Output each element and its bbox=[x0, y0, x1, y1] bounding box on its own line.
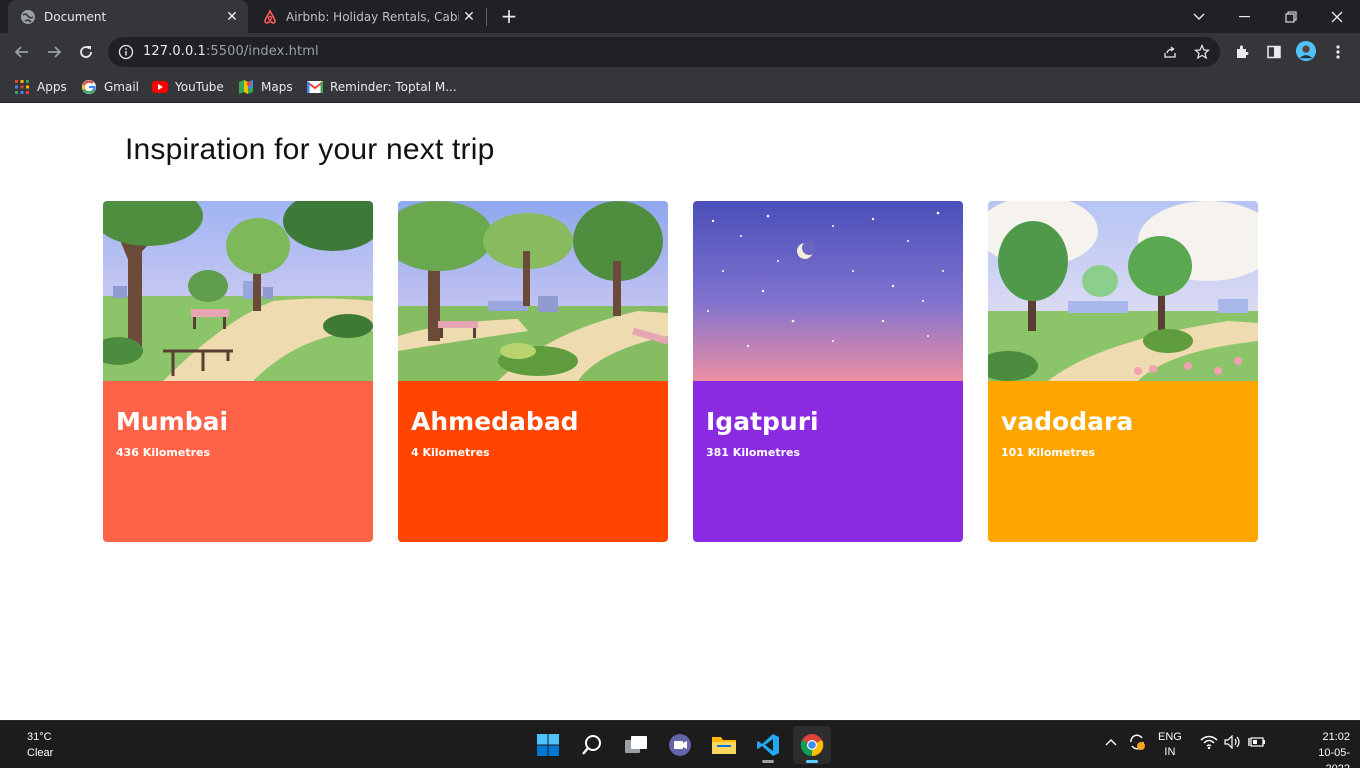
tab-search-icon[interactable] bbox=[1176, 0, 1222, 33]
card-distance: 4 Kilometres bbox=[411, 446, 490, 459]
browser-toolbar: 127.0.0.1:5500/index.html bbox=[0, 33, 1360, 71]
profile-avatar[interactable] bbox=[1296, 41, 1316, 61]
bookmark-label: Gmail bbox=[104, 80, 140, 94]
card-city: Ahmedabad bbox=[411, 407, 579, 436]
card-info: Ahmedabad 4 Kilometres bbox=[398, 381, 668, 542]
close-window-icon[interactable] bbox=[1314, 0, 1360, 33]
chat-icon bbox=[669, 734, 691, 756]
bookmarks-bar: Apps Gmail YouTube Maps Reminder: Toptal… bbox=[0, 71, 1360, 103]
sync-icon[interactable] bbox=[1128, 733, 1146, 755]
running-indicator bbox=[806, 760, 818, 763]
input-language[interactable]: ENG IN bbox=[1158, 730, 1182, 760]
teams-chat-button[interactable] bbox=[661, 726, 699, 764]
extensions-icon[interactable] bbox=[1232, 42, 1252, 62]
share-icon[interactable] bbox=[1160, 42, 1180, 62]
airbnb-icon bbox=[262, 8, 278, 25]
bookmark-label: Reminder: Toptal M... bbox=[330, 80, 457, 94]
show-hidden-icons-chevron-icon[interactable] bbox=[1105, 735, 1117, 750]
tab-document[interactable]: Document ✕ bbox=[8, 0, 248, 33]
card-info: Mumbai 436 Kilometres bbox=[103, 381, 373, 542]
park-illustration bbox=[103, 201, 373, 381]
volume-icon[interactable] bbox=[1224, 734, 1242, 753]
night-sky-illustration bbox=[693, 201, 963, 381]
card-distance: 101 Kilometres bbox=[1001, 446, 1096, 459]
bookmark-reminder[interactable]: Reminder: Toptal M... bbox=[307, 77, 457, 97]
close-tab-icon[interactable]: ✕ bbox=[222, 7, 242, 27]
reload-icon[interactable] bbox=[72, 38, 100, 66]
google-icon bbox=[81, 79, 97, 95]
vscode-icon bbox=[757, 734, 779, 756]
card-info: vadodara 101 Kilometres bbox=[988, 381, 1258, 542]
tab-separator bbox=[486, 8, 487, 26]
system-clock[interactable]: 21:02 10-05-2022 bbox=[1302, 729, 1350, 777]
destination-card-vadodara[interactable]: vadodara 101 Kilometres bbox=[988, 201, 1258, 542]
page-content: Inspiration for your next trip Mumbai 43… bbox=[0, 103, 1360, 720]
apps-grid-icon bbox=[14, 79, 30, 95]
menu-kebab-icon[interactable] bbox=[1328, 42, 1348, 62]
task-view-button[interactable] bbox=[617, 726, 655, 764]
garden-illustration bbox=[988, 201, 1258, 381]
address-bar[interactable]: 127.0.0.1:5500/index.html bbox=[108, 37, 1220, 67]
destination-card-mumbai[interactable]: Mumbai 436 Kilometres bbox=[103, 201, 373, 542]
weather-widget[interactable]: 31°C Clear bbox=[27, 729, 53, 761]
lang-code: ENG bbox=[1158, 731, 1182, 743]
bookmark-apps[interactable]: Apps bbox=[14, 77, 67, 97]
card-city: vadodara bbox=[1001, 407, 1134, 436]
start-button[interactable] bbox=[529, 726, 567, 764]
card-distance: 381 Kilometres bbox=[706, 446, 801, 459]
weather-temp: 31°C bbox=[27, 731, 52, 743]
tab-airbnb[interactable]: Airbnb: Holiday Rentals, Cabins, B ✕ bbox=[250, 0, 485, 33]
youtube-icon bbox=[152, 79, 168, 95]
chrome-icon bbox=[800, 734, 824, 757]
running-indicator bbox=[762, 760, 774, 763]
info-icon[interactable] bbox=[118, 44, 134, 60]
forward-arrow-icon[interactable] bbox=[40, 38, 68, 66]
lang-region: IN bbox=[1164, 746, 1176, 758]
url-host: 127.0.0.1 bbox=[143, 44, 206, 59]
tab-title: Document bbox=[44, 9, 107, 24]
card-city: Igatpuri bbox=[706, 407, 819, 436]
weather-desc: Clear bbox=[27, 747, 54, 759]
globe-icon bbox=[20, 9, 36, 25]
search-button[interactable] bbox=[573, 726, 611, 764]
card-info: Igatpuri 381 Kilometres bbox=[693, 381, 963, 542]
search-icon bbox=[582, 735, 601, 755]
url-text: 127.0.0.1:5500/index.html bbox=[143, 44, 319, 59]
path-illustration bbox=[398, 201, 668, 381]
card-distance: 436 Kilometres bbox=[116, 446, 211, 459]
card-city: Mumbai bbox=[116, 407, 229, 436]
close-tab-icon[interactable]: ✕ bbox=[459, 7, 479, 27]
destination-card-igatpuri[interactable]: Igatpuri 381 Kilometres bbox=[693, 201, 963, 542]
page-heading: Inspiration for your next trip bbox=[125, 133, 495, 166]
restore-icon[interactable] bbox=[1268, 0, 1314, 33]
bookmark-label: Apps bbox=[37, 80, 67, 94]
tab-title: Airbnb: Holiday Rentals, Cabins, B bbox=[286, 9, 459, 24]
minimize-icon[interactable] bbox=[1222, 0, 1268, 33]
clock-time: 21:02 bbox=[1322, 731, 1350, 743]
destination-card-ahmedabad[interactable]: Ahmedabad 4 Kilometres bbox=[398, 201, 668, 542]
bookmark-label: Maps bbox=[261, 80, 293, 94]
gmail-icon bbox=[307, 79, 323, 95]
file-explorer-button[interactable] bbox=[705, 726, 743, 764]
bookmark-maps[interactable]: Maps bbox=[238, 77, 293, 97]
windows-taskbar: 31°C Clear ENG IN 21:02 10-05-2022 bbox=[0, 720, 1360, 775]
clock-date: 10-05-2022 bbox=[1318, 747, 1350, 775]
bookmark-youtube[interactable]: YouTube bbox=[152, 77, 224, 97]
maps-icon bbox=[238, 79, 254, 95]
wifi-icon[interactable] bbox=[1200, 735, 1218, 753]
bookmark-label: YouTube bbox=[175, 80, 224, 94]
tab-strip: Document ✕ Airbnb: Holiday Rentals, Cabi… bbox=[0, 0, 1360, 33]
chrome-button[interactable] bbox=[793, 726, 831, 764]
side-panel-icon[interactable] bbox=[1264, 42, 1284, 62]
back-arrow-icon[interactable] bbox=[8, 38, 36, 66]
url-path: :5500/index.html bbox=[205, 44, 319, 59]
vscode-button[interactable] bbox=[749, 726, 787, 764]
folder-icon bbox=[712, 737, 736, 754]
new-tab-button[interactable]: + bbox=[498, 4, 520, 28]
bookmark-gmail[interactable]: Gmail bbox=[81, 77, 139, 97]
task-view-icon bbox=[625, 736, 647, 753]
windows-logo-icon bbox=[537, 734, 559, 756]
bookmark-star-icon[interactable] bbox=[1192, 42, 1212, 62]
battery-icon[interactable] bbox=[1248, 735, 1266, 753]
